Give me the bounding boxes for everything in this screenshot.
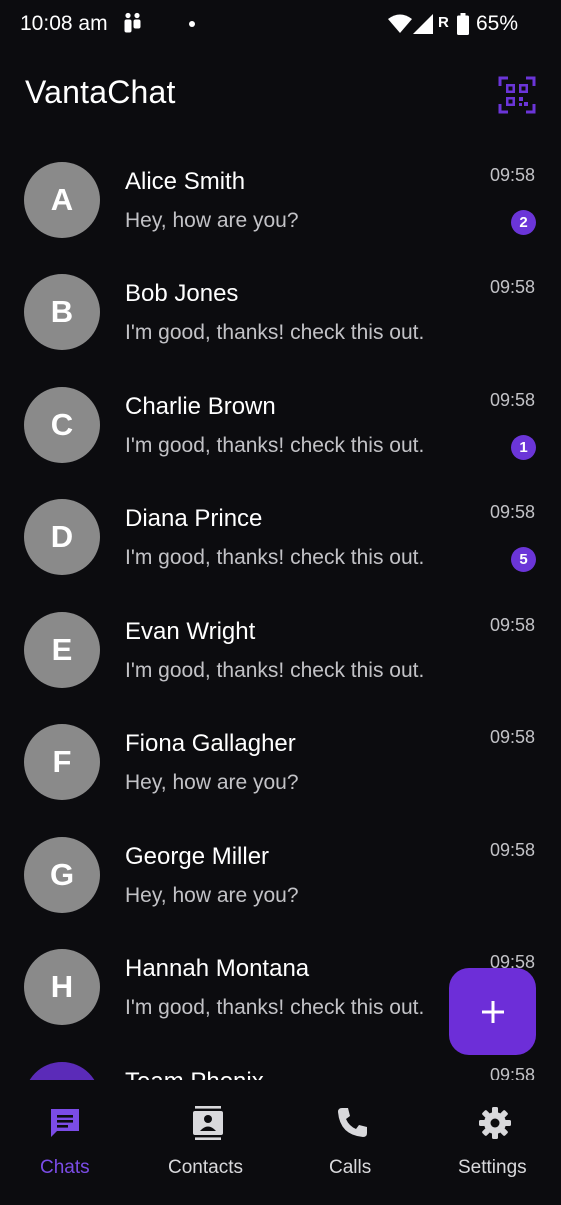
chat-icon xyxy=(51,1109,79,1137)
message-preview: I'm good, thanks! check this out. xyxy=(125,659,425,682)
contact-name: Hannah Montana xyxy=(125,955,310,982)
avatar: F xyxy=(24,724,100,800)
contact-name: Fiona Gallagher xyxy=(125,730,296,757)
group-avatar xyxy=(24,1062,100,1080)
message-preview: Hey, how are you? xyxy=(125,884,299,907)
message-time: 09:58 xyxy=(489,165,535,185)
message-preview: I'm good, thanks! check this out. xyxy=(125,434,425,457)
message-preview: I'm good, thanks! check this out. xyxy=(125,996,425,1019)
qr-code-scanner-icon[interactable] xyxy=(498,76,536,114)
contact-name: Alice Smith xyxy=(125,168,246,195)
roaming-indicator: R xyxy=(438,14,449,31)
unread-badge: 1 xyxy=(511,435,536,460)
chat-row[interactable]: D Diana Prince I'm good, thanks! check t… xyxy=(0,487,561,599)
message-time: 09:58 xyxy=(489,277,535,297)
avatar: A xyxy=(24,162,100,238)
avatar: G xyxy=(24,837,100,913)
chat-row[interactable]: A Alice Smith Hey, how are you? 09:58 2 xyxy=(0,150,561,262)
chat-row[interactable]: F Fiona Gallagher Hey, how are you? 09:5… xyxy=(0,712,561,824)
nav-settings[interactable]: Settings xyxy=(428,1080,561,1190)
avatar: E xyxy=(24,612,100,688)
contact-name: Diana Prince xyxy=(125,505,263,532)
new-chat-button[interactable] xyxy=(449,968,536,1055)
message-preview: I'm good, thanks! check this out. xyxy=(125,321,425,344)
avatar: D xyxy=(24,499,100,575)
message-preview: Hey, how are you? xyxy=(125,209,299,232)
avatar: C xyxy=(24,387,100,463)
message-time: 09:58 xyxy=(489,840,535,860)
message-time: 09:58 xyxy=(489,390,535,410)
nav-label: Contacts xyxy=(168,1157,243,1178)
chat-row[interactable]: C Charlie Brown I'm good, thanks! check … xyxy=(0,375,561,487)
contact-name: Charlie Brown xyxy=(125,393,276,420)
nav-calls[interactable]: Calls xyxy=(285,1080,421,1190)
contact-name: Bob Jones xyxy=(125,280,239,307)
chat-row[interactable]: B Bob Jones I'm good, thanks! check this… xyxy=(0,262,561,374)
message-time: 09:58 xyxy=(489,1065,535,1080)
contact-name: Evan Wright xyxy=(125,618,256,645)
wifi-icon xyxy=(388,14,412,33)
nav-label: Chats xyxy=(40,1157,90,1178)
nav-contacts[interactable]: Contacts xyxy=(141,1080,277,1190)
bottom-navigation: Chats Contacts Calls Settings xyxy=(0,1080,561,1205)
nav-label: Settings xyxy=(458,1157,527,1178)
gear-icon xyxy=(479,1107,511,1139)
battery-percent: 65% xyxy=(476,12,519,35)
nav-label: Calls xyxy=(329,1157,372,1178)
plus-icon xyxy=(481,1000,504,1023)
contact-name: Team Phonix xyxy=(125,1068,264,1080)
app-title: VantaChat xyxy=(25,74,176,110)
message-preview: Hey, how are you? xyxy=(125,771,299,794)
chat-row[interactable]: G George Miller Hey, how are you? 09:58 xyxy=(0,825,561,937)
signal-icon xyxy=(413,14,433,34)
status-time: 10:08 am xyxy=(20,12,108,35)
family-link-icon xyxy=(124,12,141,33)
battery-icon xyxy=(457,13,469,35)
status-bar: 10:08 am R 65% xyxy=(0,0,561,52)
avatar: H xyxy=(24,949,100,1025)
notification-dot-icon xyxy=(189,21,195,27)
nav-chats[interactable]: Chats xyxy=(0,1080,131,1190)
unread-badge: 2 xyxy=(511,210,536,235)
contacts-icon xyxy=(193,1106,223,1140)
message-time: 09:58 xyxy=(489,727,535,747)
phone-icon xyxy=(338,1108,367,1137)
message-time: 09:58 xyxy=(489,502,535,522)
chat-list[interactable]: A Alice Smith Hey, how are you? 09:58 2 … xyxy=(0,150,561,1080)
chat-row[interactable]: E Evan Wright I'm good, thanks! check th… xyxy=(0,600,561,712)
contact-name: George Miller xyxy=(125,843,270,870)
message-preview: I'm good, thanks! check this out. xyxy=(125,546,425,569)
unread-badge: 5 xyxy=(511,547,536,572)
avatar: B xyxy=(24,274,100,350)
message-time: 09:58 xyxy=(489,615,535,635)
